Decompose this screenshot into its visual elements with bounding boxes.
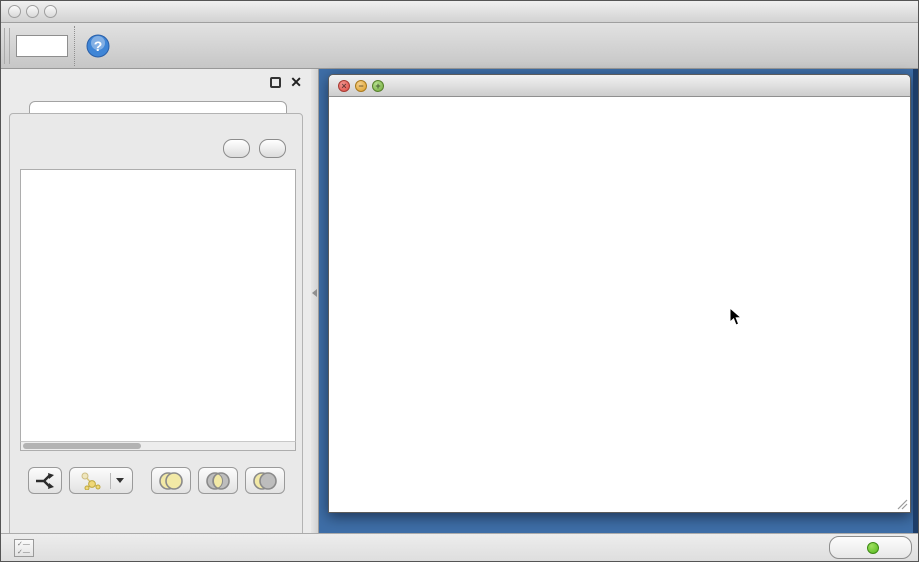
panel-divider[interactable] bbox=[311, 69, 319, 533]
split-sets-button[interactable] bbox=[28, 467, 62, 494]
dropdown-arrow-icon bbox=[116, 478, 124, 483]
close-network-icon[interactable]: × bbox=[338, 80, 350, 92]
sets-list-scrollbar[interactable] bbox=[20, 441, 296, 451]
maximize-network-icon[interactable]: + bbox=[372, 80, 384, 92]
title-bar bbox=[1, 1, 919, 23]
venn-union-icon bbox=[157, 471, 185, 491]
set-intersection-button[interactable] bbox=[198, 467, 238, 494]
network-window-titlebar[interactable]: × − + bbox=[329, 75, 910, 97]
memory-status-button[interactable] bbox=[829, 536, 912, 559]
sets-list[interactable] bbox=[20, 169, 296, 451]
svg-text:?: ? bbox=[94, 38, 103, 54]
set-difference-button[interactable] bbox=[245, 467, 285, 494]
mouse-cursor bbox=[729, 307, 743, 327]
close-window-icon[interactable] bbox=[8, 5, 21, 18]
task-history-button[interactable]: ✓—✓— bbox=[14, 539, 34, 557]
add-set-button[interactable] bbox=[223, 139, 250, 158]
help-button[interactable]: ? bbox=[85, 33, 111, 59]
float-panel-icon[interactable] bbox=[270, 77, 281, 88]
close-panel-icon[interactable]: ✕ bbox=[290, 74, 302, 91]
set-union-button[interactable] bbox=[151, 467, 191, 494]
network-faded-icon bbox=[79, 472, 105, 490]
search-input[interactable] bbox=[16, 35, 68, 57]
split-icon bbox=[34, 472, 56, 490]
scrollbar-thumb[interactable] bbox=[23, 443, 141, 449]
control-panel: ✕ bbox=[1, 69, 311, 533]
main-toolbar: ? bbox=[1, 23, 919, 69]
control-panel-header: ✕ bbox=[1, 69, 311, 97]
remove-set-button[interactable] bbox=[259, 139, 286, 158]
zoom-window-icon[interactable] bbox=[44, 5, 57, 18]
venn-intersection-icon bbox=[204, 471, 232, 491]
cytoscape-window: ? ✕ bbox=[0, 0, 919, 562]
mdi-desktop: × − + bbox=[311, 69, 919, 533]
desktop-edge bbox=[913, 69, 919, 533]
help-icon: ? bbox=[85, 33, 111, 59]
network-canvas[interactable] bbox=[329, 97, 910, 512]
network-view-window: × − + bbox=[328, 74, 911, 513]
minimize-window-icon[interactable] bbox=[26, 5, 39, 18]
network-edges bbox=[329, 97, 910, 512]
memory-ok-icon bbox=[867, 542, 879, 554]
create-set-menu-button[interactable] bbox=[69, 467, 133, 494]
minimize-network-icon[interactable]: − bbox=[355, 80, 367, 92]
resize-grip[interactable] bbox=[896, 498, 908, 510]
venn-difference-icon bbox=[251, 471, 279, 491]
collapse-panel-icon[interactable] bbox=[312, 289, 317, 297]
status-bar: ✓—✓— bbox=[1, 533, 919, 562]
